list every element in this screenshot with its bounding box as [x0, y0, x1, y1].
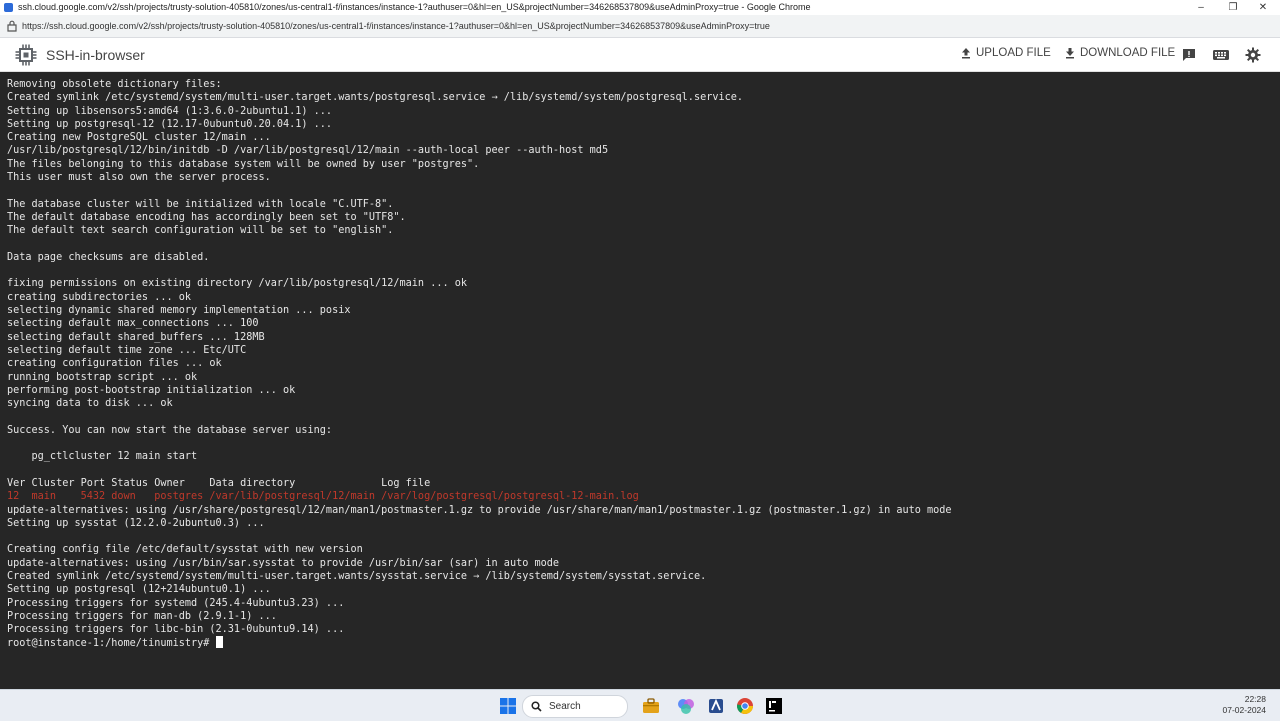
terminal-line: The database cluster will be initialized… — [7, 198, 394, 210]
url-text[interactable]: https://ssh.cloud.google.com/v2/ssh/proj… — [22, 15, 770, 37]
terminal-line: Creating new PostgreSQL cluster 12/main … — [7, 132, 271, 144]
download-file-button[interactable]: DOWNLOAD FILE — [1064, 38, 1175, 71]
terminal-line: Processing triggers for man-db (2.9.1-1)… — [7, 610, 277, 622]
terminal-line: Setting up postgresql-12 (12.17-0ubuntu0… — [7, 118, 333, 130]
terminal-line: running bootstrap script ... ok — [7, 371, 198, 383]
clock-date: 07-02-2024 — [1222, 705, 1266, 715]
keyboard-icon[interactable] — [1212, 47, 1230, 63]
terminal-line: Processing triggers for systemd (245.4-4… — [7, 597, 345, 609]
window-titlebar: ssh.cloud.google.com/v2/ssh/projects/tru… — [0, 0, 1280, 15]
upload-file-button[interactable]: UPLOAD FILE — [960, 38, 1051, 71]
terminal-line: selecting default time zone ... Etc/UTC — [7, 344, 247, 356]
app-icon[interactable] — [706, 696, 726, 716]
minimize-button[interactable]: – — [1188, 0, 1214, 15]
terminal-output: Removing obsolete dictionary files: Creat… — [7, 78, 952, 650]
maximize-button[interactable]: ❐ — [1220, 0, 1246, 15]
terminal-line: creating configuration files ... ok — [7, 358, 222, 370]
terminal-line: /usr/lib/postgresql/12/bin/initdb -D /va… — [7, 145, 609, 157]
file-explorer-icon[interactable] — [641, 696, 661, 716]
copilot-icon[interactable] — [676, 696, 696, 716]
intellij-icon[interactable] — [764, 696, 784, 716]
terminal[interactable]: Removing obsolete dictionary files: Creat… — [0, 72, 1280, 689]
clock-time: 22:28 — [1244, 694, 1266, 704]
terminal-line: The default text search configuration wi… — [7, 225, 394, 237]
terminal-line: selecting default max_connections ... 10… — [7, 318, 259, 330]
upload-icon — [962, 47, 970, 59]
terminal-line: Setting up sysstat (12.2.0-2ubuntu0.3) .… — [7, 517, 265, 529]
windows-start-icon[interactable] — [498, 696, 518, 716]
terminal-line: The default database encoding has accord… — [7, 211, 406, 223]
terminal-line: Processing triggers for libc-bin (2.31-0… — [7, 624, 345, 636]
search-placeholder: Search — [549, 701, 581, 712]
terminal-line: performing post-bootstrap initialization… — [7, 384, 296, 396]
terminal-cursor — [215, 636, 223, 649]
terminal-prompt-line[interactable]: root@instance-1:/home/tinumistry# — [7, 636, 952, 649]
terminal-line: The files belonging to this database sys… — [7, 158, 480, 170]
close-window-button[interactable]: ✕ — [1250, 0, 1276, 15]
terminal-line: Data page checksums are disabled. — [7, 251, 210, 263]
download-file-label: DOWNLOAD FILE — [1080, 47, 1176, 59]
terminal-line: Removing obsolete dictionary files: — [7, 79, 222, 90]
chrome-icon[interactable] — [735, 696, 755, 716]
terminal-line: 12 main 5432 down postgres /var/lib/post… — [7, 491, 639, 503]
terminal-line: update-alternatives: using /usr/share/po… — [7, 504, 952, 516]
terminal-line: selecting dynamic shared memory implemen… — [7, 305, 351, 317]
gear-icon[interactable] — [1245, 47, 1261, 63]
site-info-icon[interactable] — [7, 20, 17, 32]
system-clock[interactable]: 22:28 07-02-2024 — [1223, 694, 1266, 716]
terminal-line: Created symlink /etc/systemd/system/mult… — [7, 92, 744, 104]
terminal-line: pg_ctlcluster 12 main start — [7, 451, 198, 463]
terminal-line: fixing permissions on existing directory… — [7, 278, 468, 290]
shell-prompt: root@instance-1:/home/tinumistry# — [7, 638, 216, 650]
taskbar-search[interactable]: Search — [522, 695, 628, 718]
taskbar: Search 22:28 07-02-2024 — [0, 689, 1280, 721]
feedback-icon[interactable] — [1181, 47, 1197, 63]
search-icon — [531, 701, 542, 712]
app-brand: SSH-in-browser — [46, 47, 145, 63]
terminal-line: syncing data to disk ... ok — [7, 398, 173, 410]
upload-file-label: UPLOAD FILE — [976, 47, 1051, 59]
download-icon — [1066, 47, 1074, 59]
site-favicon-icon — [4, 3, 13, 12]
terminal-line: This user must also own the server proce… — [7, 172, 271, 184]
terminal-line: update-alternatives: using /usr/bin/sar.… — [7, 557, 560, 569]
terminal-line: selecting default shared_buffers ... 128… — [7, 331, 265, 343]
terminal-line: Ver Cluster Port Status Owner Data direc… — [7, 477, 431, 489]
compute-engine-chip-icon — [15, 44, 37, 66]
address-bar[interactable]: https://ssh.cloud.google.com/v2/ssh/proj… — [0, 15, 1280, 38]
terminal-line: Creating config file /etc/default/syssta… — [7, 544, 363, 556]
terminal-line: Success. You can now start the database … — [7, 424, 333, 436]
terminal-line: Created symlink /etc/systemd/system/mult… — [7, 570, 707, 582]
terminal-line: Setting up libsensors5:amd64 (1:3.6.0-2u… — [7, 105, 333, 117]
terminal-line: creating subdirectories ... ok — [7, 291, 192, 303]
ssh-header: SSH-in-browser UPLOAD FILE DOWNLOAD FILE — [0, 38, 1280, 72]
terminal-line: Setting up postgresql (12+214ubuntu0.1) … — [7, 584, 271, 596]
window-title: ssh.cloud.google.com/v2/ssh/projects/tru… — [18, 2, 811, 12]
